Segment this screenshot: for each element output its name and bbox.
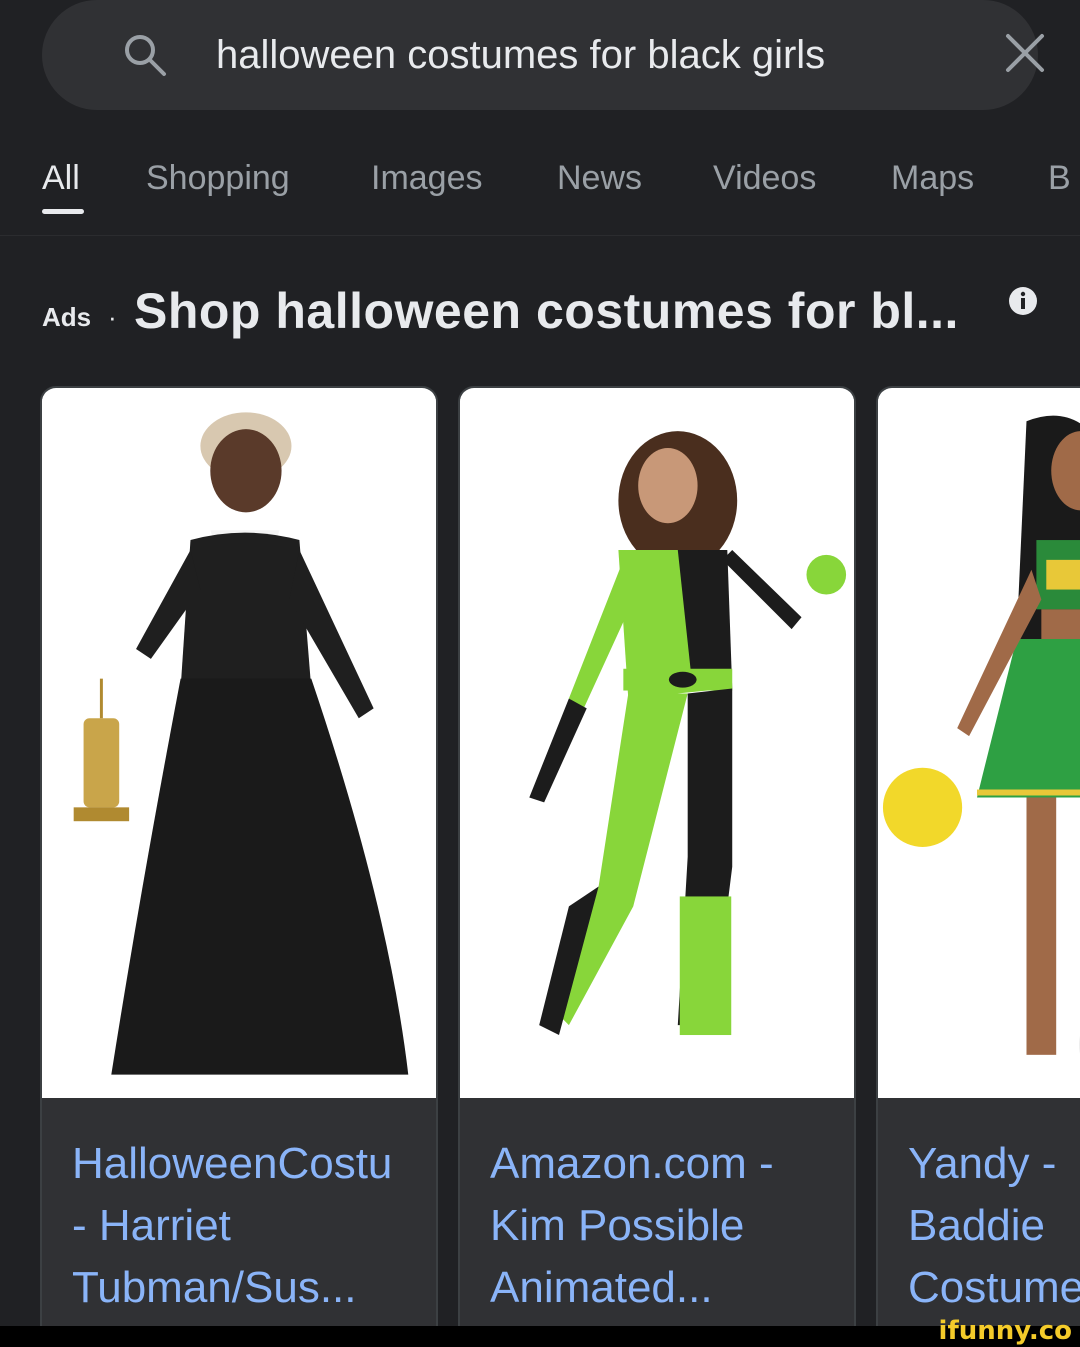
product-title-link[interactable]: Yandy - Baddie Costume	[908, 1133, 1080, 1319]
tab-maps[interactable]: Maps	[891, 158, 974, 198]
ads-label: Ads	[42, 302, 92, 332]
tab-images[interactable]: Images	[371, 158, 483, 198]
search-tabs: All Shopping Images News Videos Maps B	[0, 150, 1080, 236]
cheerleader-costume-image[interactable]	[878, 388, 1080, 1098]
search-input[interactable]: halloween costumes for black girls	[216, 30, 825, 80]
search-icon[interactable]	[120, 30, 170, 80]
search-bar[interactable]: halloween costumes for black girls	[42, 0, 1044, 110]
search-results-page: halloween costumes for black girls All S…	[0, 0, 1080, 1347]
ads-separator: ·	[108, 302, 117, 332]
product-card[interactable]: HalloweenCostu - Harriet Tubman/Sus...	[40, 386, 438, 1347]
product-title-link[interactable]: Amazon.com - Kim Possible Animated...	[490, 1133, 850, 1319]
close-icon[interactable]	[1002, 30, 1048, 76]
tab-all[interactable]: All	[42, 158, 80, 198]
tab-books[interactable]: B	[1048, 158, 1071, 198]
ads-header: Ads · Shop halloween costumes for bl...	[42, 280, 1042, 350]
ads-title: Shop halloween costumes for bl...	[134, 283, 959, 339]
footer-bar	[0, 1326, 1080, 1347]
product-card[interactable]: Amazon.com - Kim Possible Animated...	[458, 386, 856, 1347]
product-card[interactable]: Yandy - Baddie Costume	[876, 386, 1080, 1347]
watermark: ifunny.co	[938, 1316, 1072, 1346]
green-black-bodysuit-costume-image[interactable]	[460, 388, 854, 1098]
tab-news[interactable]: News	[557, 158, 642, 198]
product-title-link[interactable]: HalloweenCostu - Harriet Tubman/Sus...	[72, 1133, 432, 1319]
info-icon[interactable]	[1008, 286, 1038, 316]
black-dress-costume-image[interactable]	[42, 388, 436, 1098]
tab-videos[interactable]: Videos	[713, 158, 816, 198]
active-tab-indicator	[42, 209, 84, 214]
tab-shopping[interactable]: Shopping	[146, 158, 290, 198]
